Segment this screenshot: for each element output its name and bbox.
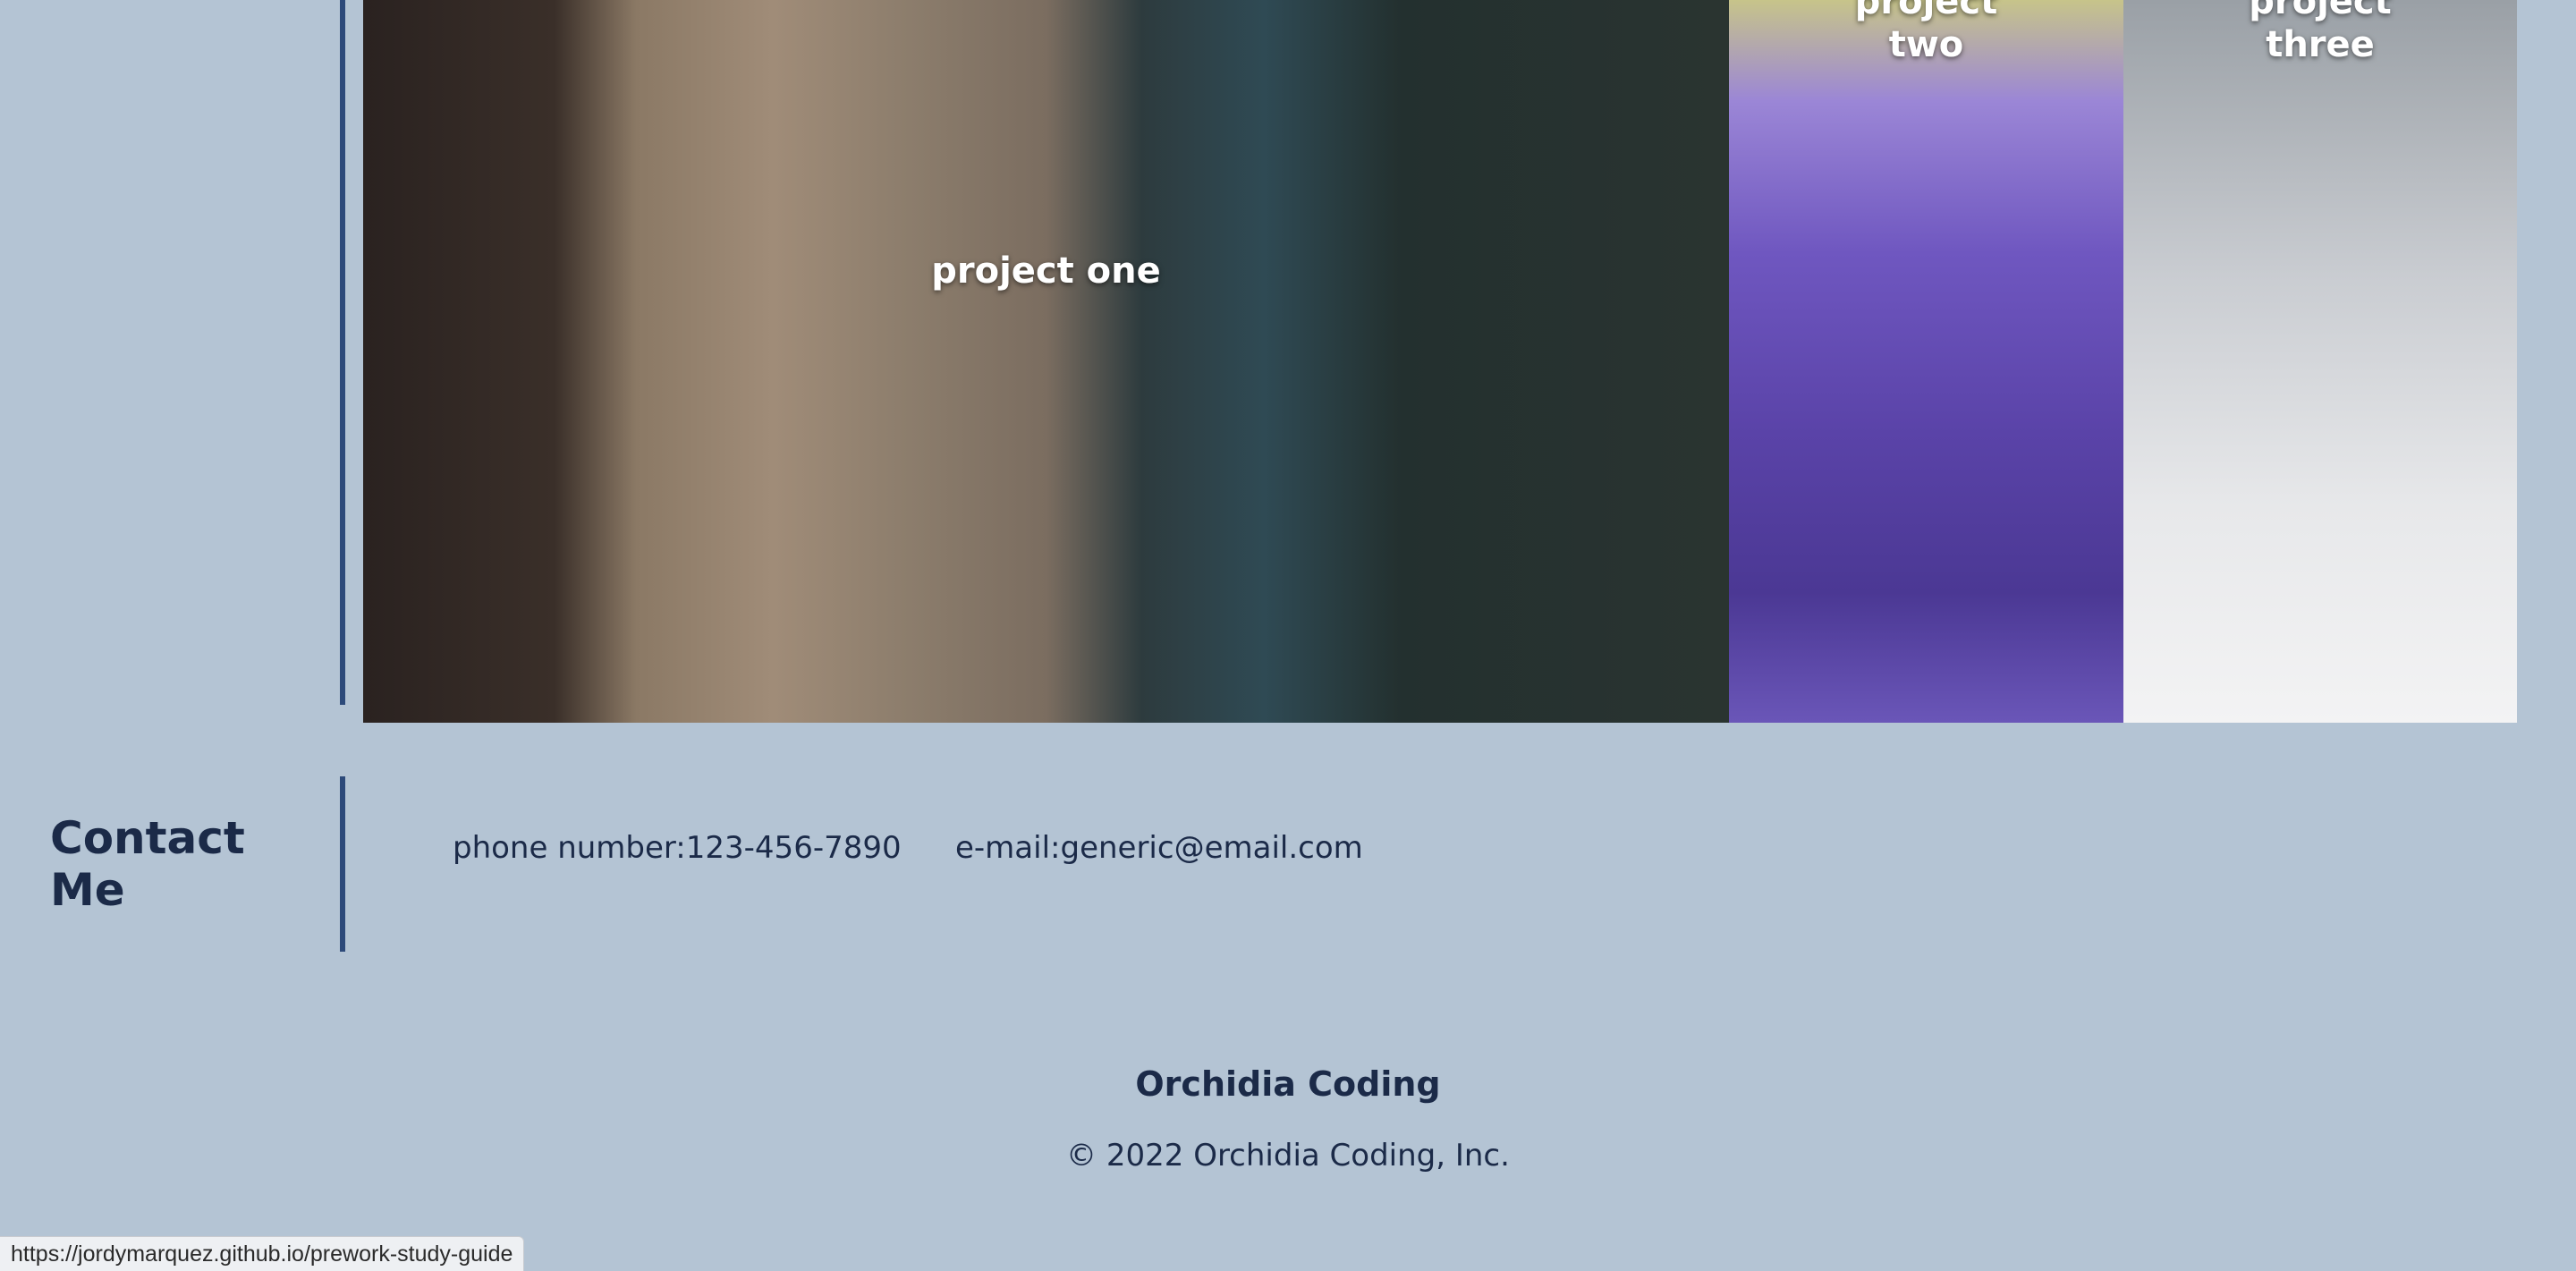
contact-section: Contact Me phone number:123-456-7890 e-m… <box>0 776 2576 952</box>
project-one-label: project one <box>931 250 1161 292</box>
footer-copyright: © 2022 Orchidia Coding, Inc. <box>1066 1138 1510 1174</box>
browser-status-url: https://jordymarquez.github.io/prework-s… <box>0 1236 525 1271</box>
footer-brand: Orchidia Coding <box>1135 1064 1441 1104</box>
project-two-label: project two <box>1854 0 1998 65</box>
contact-email: e-mail:generic@email.com <box>955 830 1363 866</box>
contact-phone: phone number:123-456-7890 <box>453 830 902 866</box>
section-divider <box>340 776 345 952</box>
project-two-card[interactable]: project two <box>1729 0 2123 723</box>
project-three-card[interactable]: project three <box>2123 0 2517 723</box>
project-one-card[interactable]: project one <box>363 0 1729 723</box>
page-footer: Orchidia Coding © 2022 Orchidia Coding, … <box>0 1064 2576 1174</box>
project-three-label: project three <box>2249 0 2392 65</box>
section-divider <box>340 0 345 705</box>
projects-gallery: project one project two project three <box>363 0 2517 723</box>
work-section: project one project two project three <box>0 0 2576 723</box>
contact-heading: Contact Me <box>50 812 245 916</box>
